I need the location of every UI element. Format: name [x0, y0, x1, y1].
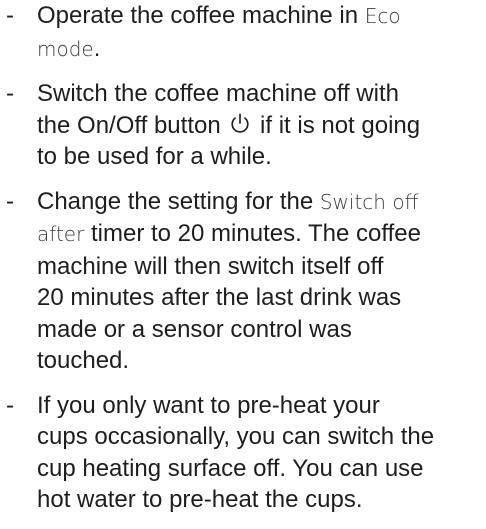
list-item: - If you only want to pre-heat your cups o…: [0, 390, 486, 516]
text-run: made or a sensor control was: [37, 315, 352, 343]
power-icon: [231, 113, 249, 133]
text-run: Operate the coffee machine in: [37, 2, 365, 29]
text-run: hot water to pre-heat the cups.: [37, 486, 363, 513]
item-text: Change the setting for the Switch off aft…: [37, 188, 421, 375]
display-term: Eco: [364, 4, 401, 28]
display-term: after: [37, 222, 85, 246]
text-run: If you only want to pre-heat your: [37, 391, 380, 419]
bullet-dash: -: [6, 80, 14, 107]
instruction-list: - Operate the coffee machine in Eco mode. -…: [0, 0, 486, 529]
bullet-dash: -: [6, 391, 14, 419]
list-item: - Change the setting for the Switch off af…: [0, 186, 486, 377]
text-run: timer to 20 minutes. The coffee: [84, 220, 421, 247]
item-text: Switch the coffee machine off with the On…: [37, 80, 420, 170]
bullet-dash: -: [6, 187, 14, 215]
display-term: mode: [37, 36, 94, 61]
text-run: if it is not going: [253, 111, 421, 139]
text-run: Change the setting for the: [37, 187, 320, 215]
text-run: cups occasionally, you can switch the: [37, 423, 435, 450]
item-text: Operate the coffee machine in Eco mode.: [37, 2, 401, 62]
bullet-dash: -: [6, 2, 14, 29]
list-item: - Switch the coffee machine off with the O…: [0, 78, 486, 173]
text-run: to be used for a while.: [37, 143, 272, 170]
text-run: the On/Off button: [37, 111, 228, 139]
text-run: 20 minutes after the last drink was: [37, 284, 402, 311]
text-run: machine will then switch itself off: [37, 252, 384, 280]
text-run: cup heating surface off. You can use: [37, 454, 424, 482]
item-text: If you only want to pre-heat your cups oc…: [37, 392, 434, 514]
text-run: touched.: [37, 347, 130, 374]
text-run: Switch the coffee machine off with: [37, 80, 399, 107]
text-run: .: [93, 34, 101, 62]
list-item: - Operate the coffee machine in Eco mode.: [0, 0, 486, 65]
display-term: Switch off: [319, 189, 419, 214]
